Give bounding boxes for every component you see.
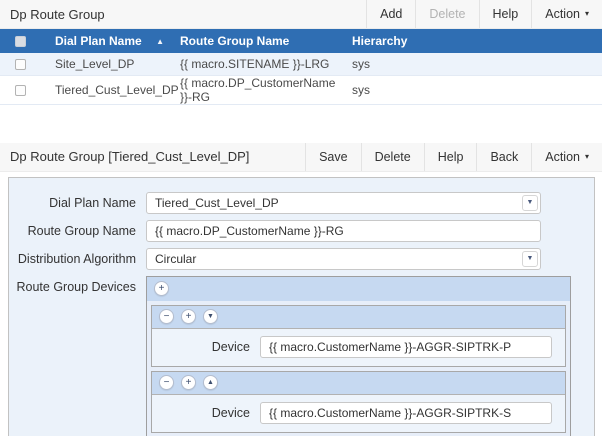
dropdown-arrow-icon[interactable]: ▼ [522,251,538,267]
cell-dial-plan-name: Site_Level_DP [40,53,172,75]
row-checkbox[interactable] [15,59,26,70]
device-value: {{ macro.CustomerName }}-AGGR-SIPTRK-P [269,340,511,354]
dial-plan-name-label: Dial Plan Name [9,192,146,214]
form-row-route-group-devices: Route Group Devices + − + ▼ Device [9,276,594,436]
detail-toolbar: Save Delete Help Back Action ▾ [305,143,602,171]
help-button[interactable]: Help [479,0,532,28]
form-row-route-group-name: Route Group Name {{ macro.DP_CustomerNam… [9,220,594,242]
route-group-name-input[interactable]: {{ macro.DP_CustomerName }}-RG [146,220,541,242]
action-label: Action [545,150,580,164]
column-header-dial-plan[interactable]: Dial Plan Name [55,34,142,48]
action-menu-button[interactable]: Action ▾ [531,143,602,171]
cell-hierarchy: sys [344,75,602,104]
action-label: Action [545,7,580,21]
list-panel-header: Dp Route Group Add Delete Help Action ▾ [0,0,602,29]
form-row-dial-plan: Dial Plan Name Tiered_Cust_Level_DP ▼ [9,192,594,214]
device-input[interactable]: {{ macro.CustomerName }}-AGGR-SIPTRK-S [260,402,552,424]
arrow-down-icon: ▼ [207,313,214,320]
device-group: − + ▲ Device {{ macro.CustomerName }}-AG… [151,371,566,433]
distribution-algorithm-label: Distribution Algorithm [9,248,146,270]
list-toolbar: Add Delete Help Action ▾ [366,0,602,28]
form-row-distribution-algorithm: Distribution Algorithm Circular ▼ [9,248,594,270]
device-value: {{ macro.CustomerName }}-AGGR-SIPTRK-S [269,406,511,420]
cell-dial-plan-name: Tiered_Cust_Level_DP [40,75,172,104]
device-group-content: Device {{ macro.CustomerName }}-AGGR-SIP… [152,395,565,432]
page-title: Dp Route Group [0,7,105,22]
device-group-content: Device {{ macro.CustomerName }}-AGGR-SIP… [152,329,565,366]
dial-plan-name-value: Tiered_Cust_Level_DP [155,196,279,210]
route-group-name-value: {{ macro.DP_CustomerName }}-RG [155,224,344,238]
action-menu-button[interactable]: Action ▾ [531,0,602,28]
devices-add-bar: + [147,277,570,301]
column-header-hierarchy[interactable]: Hierarchy [344,29,602,53]
sort-ascending-icon[interactable]: ▲ [156,37,164,46]
caret-down-icon: ▾ [585,10,589,18]
route-group-devices-panel: + − + ▼ Device {{ macro.CustomerName }}-… [146,276,571,436]
cell-route-group-name: {{ macro.SITENAME }}-LRG [172,53,344,75]
table-row[interactable]: Tiered_Cust_Level_DP {{ macro.DP_Custome… [0,75,602,104]
dial-plan-name-select[interactable]: Tiered_Cust_Level_DP ▼ [146,192,541,214]
route-group-table: Dial Plan Name ▲ Route Group Name Hierar… [0,29,602,105]
add-device-button[interactable]: + [154,281,169,296]
device-label: Device [152,340,260,354]
distribution-algorithm-select[interactable]: Circular ▼ [146,248,541,270]
detail-form: Dial Plan Name Tiered_Cust_Level_DP ▼ Ro… [8,177,595,436]
table-header-row: Dial Plan Name ▲ Route Group Name Hierar… [0,29,602,53]
save-button[interactable]: Save [305,143,361,171]
delete-button[interactable]: Delete [361,143,424,171]
device-row: Device {{ macro.CustomerName }}-AGGR-SIP… [152,402,565,424]
device-group-bar: − + ▼ [152,306,565,329]
select-all-checkbox[interactable] [15,36,26,47]
route-group-devices-label: Route Group Devices [9,276,146,298]
caret-down-icon: ▾ [585,153,589,161]
add-device-button[interactable]: + [181,375,196,390]
remove-device-button[interactable]: − [159,309,174,324]
detail-title: Dp Route Group [Tiered_Cust_Level_DP] [0,149,249,164]
remove-device-button[interactable]: − [159,375,174,390]
device-input[interactable]: {{ macro.CustomerName }}-AGGR-SIPTRK-P [260,336,552,358]
add-device-button[interactable]: + [181,309,196,324]
dropdown-arrow-icon[interactable]: ▼ [522,195,538,211]
list-panel: Dp Route Group Add Delete Help Action ▾ … [0,0,602,105]
device-group-bar: − + ▲ [152,372,565,395]
device-label: Device [152,406,260,420]
row-checkbox[interactable] [15,85,26,96]
distribution-algorithm-value: Circular [155,252,196,266]
cell-hierarchy: sys [344,53,602,75]
back-button[interactable]: Back [476,143,531,171]
panel-gap [0,105,602,143]
detail-panel: Dp Route Group [Tiered_Cust_Level_DP] Sa… [0,143,602,436]
delete-button: Delete [415,0,478,28]
device-row: Device {{ macro.CustomerName }}-AGGR-SIP… [152,336,565,358]
cell-route-group-name: {{ macro.DP_CustomerName }}-RG [172,75,344,104]
move-down-button[interactable]: ▼ [203,309,218,324]
arrow-up-icon: ▲ [207,379,214,386]
column-header-route-group[interactable]: Route Group Name [172,29,344,53]
detail-panel-header: Dp Route Group [Tiered_Cust_Level_DP] Sa… [0,143,602,172]
route-group-name-label: Route Group Name [9,220,146,242]
device-group: − + ▼ Device {{ macro.CustomerName }}-AG… [151,305,566,367]
table-row[interactable]: Site_Level_DP {{ macro.SITENAME }}-LRG s… [0,53,602,75]
add-button[interactable]: Add [366,0,415,28]
move-up-button[interactable]: ▲ [203,375,218,390]
help-button[interactable]: Help [424,143,477,171]
